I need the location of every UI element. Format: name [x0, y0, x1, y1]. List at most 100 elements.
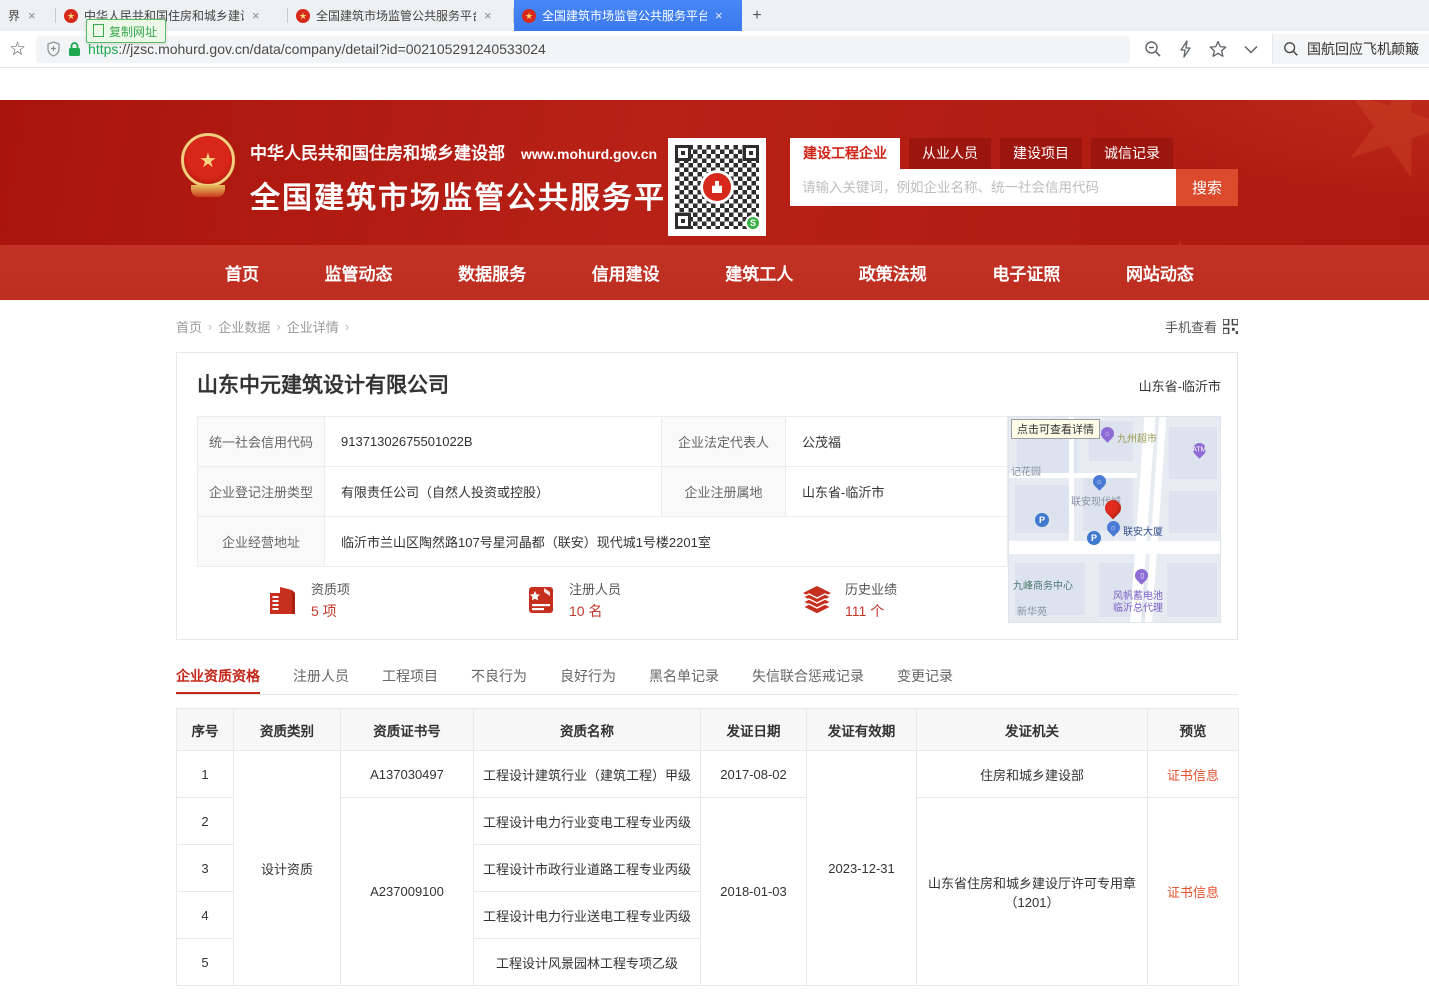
site-logo[interactable]: ★ 中华人民共和国住房和城乡建设部 www.mohurd.gov.cn 全国建筑…: [180, 133, 698, 217]
stat-registered-personnel[interactable]: 注册人员 10 名: [525, 579, 621, 621]
table-header-row: 序号 资质类别 资质证书号 资质名称 发证日期 发证有效期 发证机关 预览: [177, 709, 1239, 751]
stat-qualifications[interactable]: 资质项 5 项: [267, 579, 350, 621]
nav-item-supervision[interactable]: 监管动态: [325, 260, 393, 285]
layers-icon: [801, 584, 833, 616]
address-bar[interactable]: https://jzsc.mohurd.gov.cn/data/company/…: [36, 36, 1130, 63]
location-map[interactable]: ⌂ 九州超市 ATM 记花园 ⌂ 联安现代城 ⌂ 联安大厦 P P 九峰商务中心…: [1008, 416, 1221, 623]
company-info-table: 统一社会信用代码 91371302675501022B 企业法定代表人 公茂福 …: [197, 416, 1008, 567]
map-label: 九峰商务中心: [1013, 577, 1073, 592]
browser-tab-2[interactable]: ★ 全国建筑市场监管公共服务平台 ×: [288, 0, 514, 31]
bookmark-star-icon[interactable]: ☆: [9, 38, 26, 61]
row-number: 3: [177, 845, 234, 892]
tab-dishonesty[interactable]: 失信联合惩戒记录: [752, 663, 864, 694]
issue-date: 2017-08-02: [701, 751, 807, 798]
nav-item-data-service[interactable]: 数据服务: [458, 260, 526, 285]
company-name: 山东中元建筑设计有限公司: [197, 369, 449, 399]
field-label: 企业法定代表人: [662, 417, 786, 467]
nav-item-news[interactable]: 网站动态: [1126, 260, 1194, 285]
nav-item-home[interactable]: 首页: [225, 260, 259, 285]
tab-title: 界: [8, 7, 20, 24]
mobile-view-button[interactable]: 手机查看: [1165, 317, 1238, 336]
breadcrumb-home[interactable]: 首页: [176, 317, 202, 336]
issue-date: 2018-01-03: [701, 798, 807, 986]
browser-toolbar: ☆ https://jzsc.mohurd.gov.cn/data/compan…: [0, 31, 1429, 68]
tab-blacklist[interactable]: 黑名单记录: [649, 663, 719, 694]
reg-region-value: 山东省-临沂市: [786, 467, 1008, 517]
map-label: 临沂总代理: [1113, 599, 1163, 614]
url-scheme: https: [88, 41, 118, 57]
row-number: 2: [177, 798, 234, 845]
search-button[interactable]: 搜索: [1176, 169, 1238, 206]
tab-change-records[interactable]: 变更记录: [897, 663, 953, 694]
building-icon: [267, 584, 299, 616]
tab-good-behavior[interactable]: 良好行为: [560, 663, 616, 694]
close-icon[interactable]: ×: [715, 8, 723, 23]
row-number: 4: [177, 892, 234, 939]
qr-code-icon: [1223, 319, 1238, 334]
ministry-url: www.mohurd.gov.cn: [521, 146, 657, 162]
tab-bad-behavior[interactable]: 不良行为: [471, 663, 527, 694]
close-icon[interactable]: ×: [484, 8, 492, 23]
stat-label: 历史业绩: [845, 579, 897, 598]
shield-icon: [46, 41, 61, 57]
search-tab-project[interactable]: 建设项目: [1000, 138, 1082, 169]
copy-url-label: 复制网址: [109, 23, 157, 40]
stat-history-performance[interactable]: 历史业绩 111 个: [801, 579, 897, 621]
new-tab-button[interactable]: +: [742, 0, 772, 31]
tab-qualifications[interactable]: 企业资质资格: [176, 663, 260, 694]
national-emblem-icon: ★: [180, 133, 236, 207]
certificate-info-link[interactable]: 证书信息: [1167, 885, 1219, 900]
lightning-icon[interactable]: [1179, 40, 1192, 58]
map-tooltip: 点击可查看详情: [1011, 419, 1100, 439]
col-header: 资质类别: [234, 709, 341, 751]
reg-type-value: 有限责任公司（自然人投资或控股）: [325, 467, 662, 517]
browser-tab-0[interactable]: 界 ×: [0, 0, 56, 31]
certificate-number: A237009100: [341, 798, 474, 986]
mobile-view-label: 手机查看: [1165, 317, 1217, 336]
qualification-table: 序号 资质类别 资质证书号 资质名称 发证日期 发证有效期 发证机关 预览 1 …: [176, 708, 1239, 986]
nav-item-workers[interactable]: 建筑工人: [725, 260, 793, 285]
col-header: 序号: [177, 709, 234, 751]
keyword-search-input[interactable]: [790, 169, 1176, 206]
issuing-authority: 住房和城乡建设部: [917, 751, 1148, 798]
stat-value: 10 名: [569, 601, 621, 621]
credit-code-value: 91371302675501022B: [325, 417, 662, 467]
nav-item-credit[interactable]: 信用建设: [592, 260, 660, 285]
close-icon[interactable]: ×: [252, 8, 260, 23]
search-tab-personnel[interactable]: 从业人员: [909, 138, 991, 169]
site-favicon-icon: ★: [522, 9, 536, 23]
certificate-info-link[interactable]: 证书信息: [1167, 768, 1219, 783]
detail-tabs: 企业资质资格 注册人员 工程项目 不良行为 良好行为 黑名单记录 失信联合惩戒记…: [176, 663, 1238, 695]
field-label: 企业注册属地: [662, 467, 786, 517]
main-navigation: 首页 监管动态 数据服务 信用建设 建筑工人 政策法规 电子证照 网站动态: [0, 245, 1429, 300]
field-label: 统一社会信用代码: [198, 417, 325, 467]
site-header: ★ 中华人民共和国住房和城乡建设部 www.mohurd.gov.cn 全国建筑…: [0, 100, 1429, 245]
qualification-name: 工程设计市政行业道路工程专业丙级: [474, 845, 701, 892]
tab-registered-personnel[interactable]: 注册人员: [293, 663, 349, 694]
stat-label: 资质项: [311, 579, 350, 598]
browser-tab-active[interactable]: ★ 全国建筑市场监管公共服务平台 ×: [514, 0, 742, 31]
breadcrumb: 首页 › 企业数据 › 企业详情 › 手机查看: [176, 314, 1238, 338]
search-tab-credit[interactable]: 诚信记录: [1091, 138, 1173, 169]
search-tab-enterprise[interactable]: 建设工程企业: [790, 138, 900, 169]
issuing-authority: 山东省住房和城乡建设厅许可专用章 （1201）: [917, 798, 1148, 986]
breadcrumb-company-detail[interactable]: 企业详情: [287, 317, 339, 336]
certificate-book-icon: [525, 584, 557, 616]
map-label: 新华苑: [1017, 603, 1047, 618]
search-icon: [1283, 41, 1299, 57]
breadcrumb-separator: ›: [276, 319, 280, 334]
tab-projects[interactable]: 工程项目: [382, 663, 438, 694]
col-header: 发证日期: [701, 709, 807, 751]
col-header: 发证机关: [917, 709, 1148, 751]
qualification-name: 工程设计电力行业送电工程专业丙级: [474, 892, 701, 939]
map-label: 联安大厦: [1123, 523, 1163, 538]
zoom-out-icon[interactable]: [1144, 40, 1162, 58]
company-location-pin: [1105, 500, 1121, 522]
close-icon[interactable]: ×: [28, 8, 36, 23]
nav-item-certificate[interactable]: 电子证照: [992, 260, 1060, 285]
favorite-star-icon[interactable]: [1209, 40, 1227, 58]
nav-item-policy[interactable]: 政策法规: [859, 260, 927, 285]
breadcrumb-company-data[interactable]: 企业数据: [218, 317, 270, 336]
news-search-box[interactable]: 国航回应飞机颠簸: [1272, 34, 1429, 64]
chevron-down-icon[interactable]: [1244, 45, 1258, 54]
